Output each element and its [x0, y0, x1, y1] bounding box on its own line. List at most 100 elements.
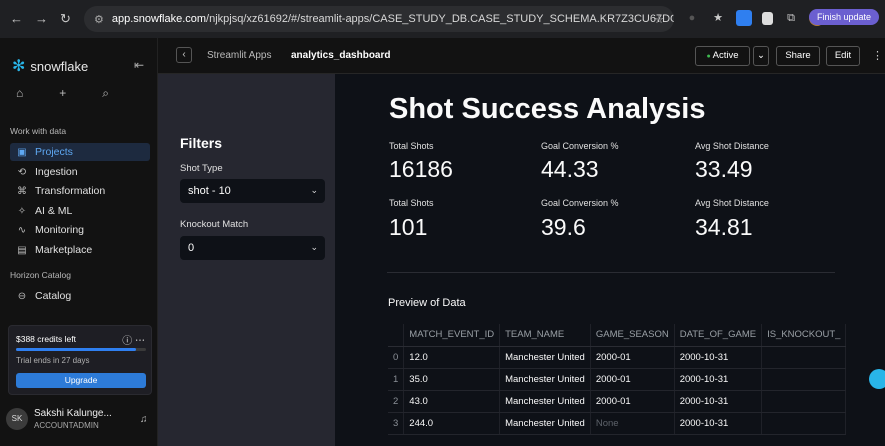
- add-icon[interactable]: +: [59, 86, 66, 101]
- section-horizon-catalog: Horizon Catalog: [10, 270, 71, 280]
- main-content: Shot Success Analysis Total Shots 16186 …: [335, 74, 885, 446]
- sidebar-item-label: Monitoring: [35, 224, 85, 236]
- status-dropdown[interactable]: ● Active: [695, 46, 750, 66]
- knockout-match-select[interactable]: 0 ⌄: [180, 236, 325, 260]
- metric-label: Goal Conversion %: [541, 141, 619, 151]
- more-icon[interactable]: ⋮: [872, 49, 883, 62]
- column-header: [388, 324, 405, 347]
- back-arrow-icon[interactable]: ←: [10, 11, 23, 27]
- sparkle-icon: ✧: [17, 205, 27, 217]
- share-button[interactable]: Share: [776, 46, 820, 66]
- sidebar-item-monitoring[interactable]: ∿ Monitoring: [10, 221, 150, 239]
- breadcrumb-streamlit-apps[interactable]: Streamlit Apps: [207, 50, 271, 61]
- chevron-down-icon[interactable]: ⌄: [753, 46, 769, 66]
- shot-type-value: shot - 10: [188, 185, 231, 197]
- catalog-icon: ⊖: [17, 290, 27, 302]
- reload-icon[interactable]: ↻: [60, 11, 71, 27]
- document-extension-icon[interactable]: [762, 11, 773, 25]
- metric-label: Total Shots: [389, 198, 434, 208]
- marketplace-icon: ▤: [17, 244, 27, 256]
- pulse-icon: ∿: [17, 224, 27, 236]
- puzzle-icon[interactable]: ⧉: [783, 10, 799, 26]
- bell-icon[interactable]: ♫: [140, 414, 148, 425]
- table-cell: Manchester United: [499, 412, 591, 435]
- upgrade-button[interactable]: Upgrade: [16, 373, 146, 388]
- table-cell: 2000-10-31: [674, 368, 763, 391]
- table-cell: 2000-01: [590, 346, 675, 369]
- table-cell: Manchester United: [499, 346, 591, 369]
- table-cell: 0: [388, 346, 405, 369]
- sidebar-item-label: Transformation: [35, 185, 106, 197]
- table-cell: 2000-01: [590, 390, 675, 413]
- knockout-match-label: Knockout Match: [180, 219, 249, 230]
- sidebar-item-catalog[interactable]: ⊖ Catalog: [10, 287, 150, 305]
- table-cell: 35.0: [403, 368, 501, 391]
- forward-arrow-icon[interactable]: →: [35, 11, 48, 27]
- metric-value: 39.6: [541, 214, 586, 240]
- home-icon[interactable]: ⌂: [16, 86, 23, 101]
- user-menu[interactable]: SK Sakshi Kalunge... ACCOUNTADMIN: [6, 408, 112, 430]
- table-cell: 2000-01: [590, 368, 675, 391]
- column-header[interactable]: IS_KNOCKOUT_: [761, 324, 847, 347]
- sidebar-item-label: Catalog: [35, 290, 72, 302]
- edit-button[interactable]: Edit: [826, 46, 860, 66]
- metric-value: 44.33: [541, 156, 599, 182]
- sidebar: ✻ snowflake ⇤ ⌂ + ⌕ Work with data ▣ Proj…: [0, 38, 158, 446]
- snowflake-logo[interactable]: ✻ snowflake: [12, 56, 88, 76]
- page-title: Shot Success Analysis: [389, 93, 706, 125]
- shot-type-select[interactable]: shot - 10 ⌄: [180, 179, 325, 203]
- app-topbar: ‹ Streamlit Apps analytics_dashboard ● A…: [158, 38, 885, 74]
- sidebar-item-ingestion[interactable]: ⟲ Ingestion: [10, 163, 150, 181]
- section-work-with-data: Work with data: [10, 126, 67, 136]
- browser-chrome: ← → ↻ ⚙ app.snowflake.com/njkpjsq/xz6169…: [0, 0, 885, 38]
- site-settings-icon[interactable]: ⚙: [94, 13, 104, 26]
- table-row: 2 43.0 Manchester United 2000-01 2000-10…: [388, 390, 847, 413]
- sidebar-item-transformation[interactable]: ⌘ Transformation: [10, 182, 150, 200]
- extension-icon[interactable]: ●: [684, 10, 700, 26]
- projects-icon: ▣: [17, 146, 27, 158]
- filters-title: Filters: [180, 135, 223, 151]
- help-fab-button[interactable]: [869, 369, 885, 389]
- table-cell: [761, 390, 847, 413]
- data-table[interactable]: MATCH_EVENT_ID TEAM_NAME GAME_SEASON DAT…: [388, 324, 847, 435]
- user-role: ACCOUNTADMIN: [34, 421, 99, 430]
- credits-panel: $388 credits left ⓘ ⋯ Trial ends in 27 d…: [8, 325, 152, 395]
- table-cell: Manchester United: [499, 390, 591, 413]
- chevron-down-icon: ⌄: [310, 242, 318, 252]
- screen-extension-icon[interactable]: [736, 10, 752, 26]
- table-cell: 12.0: [403, 346, 501, 369]
- metric-label: Avg Shot Distance: [695, 198, 769, 208]
- breadcrumb-app-name: analytics_dashboard: [291, 50, 391, 61]
- sidebar-item-marketplace[interactable]: ▤ Marketplace: [10, 241, 150, 259]
- star-extension-icon[interactable]: ★: [710, 10, 726, 26]
- table-cell: 3: [388, 412, 405, 435]
- search-icon[interactable]: ⌕: [102, 86, 109, 101]
- finish-update-button[interactable]: Finish update: [808, 9, 879, 25]
- transformation-icon: ⌘: [17, 185, 27, 197]
- table-cell: 43.0: [403, 390, 501, 413]
- address-bar[interactable]: ⚙ app.snowflake.com/njkpjsq/xz61692/#/st…: [84, 6, 674, 32]
- table-cell: Manchester United: [499, 368, 591, 391]
- credits-progress-bar: [16, 348, 146, 351]
- column-header[interactable]: TEAM_NAME: [499, 324, 591, 347]
- sidebar-item-projects[interactable]: ▣ Projects: [10, 143, 150, 161]
- column-header[interactable]: MATCH_EVENT_ID: [403, 324, 501, 347]
- table-row: 1 35.0 Manchester United 2000-01 2000-10…: [388, 368, 847, 391]
- sidebar-item-label: AI & ML: [35, 205, 73, 217]
- column-header[interactable]: DATE_OF_GAME: [674, 324, 763, 347]
- back-chevron-button[interactable]: ‹: [176, 47, 192, 63]
- ingestion-icon: ⟲: [17, 166, 27, 178]
- chevron-down-icon: ⌄: [310, 185, 318, 195]
- metric-label: Total Shots: [389, 141, 434, 151]
- column-header[interactable]: GAME_SEASON: [590, 324, 675, 347]
- extensions-bar: ● ★ ⧉: [684, 10, 825, 26]
- table-cell: 2000-10-31: [674, 412, 763, 435]
- bookmark-star-icon[interactable]: ☆: [654, 13, 664, 26]
- sidebar-item-ai-ml[interactable]: ✧ AI & ML: [10, 202, 150, 220]
- table-header-row: MATCH_EVENT_ID TEAM_NAME GAME_SEASON DAT…: [388, 324, 847, 347]
- metric-value: 101: [389, 214, 428, 240]
- metric-value: 33.49: [695, 156, 753, 182]
- collapse-sidebar-icon[interactable]: ⇤: [134, 58, 144, 72]
- info-more-icon[interactable]: ⓘ ⋯: [122, 332, 145, 347]
- credits-text: $388 credits left: [16, 334, 77, 344]
